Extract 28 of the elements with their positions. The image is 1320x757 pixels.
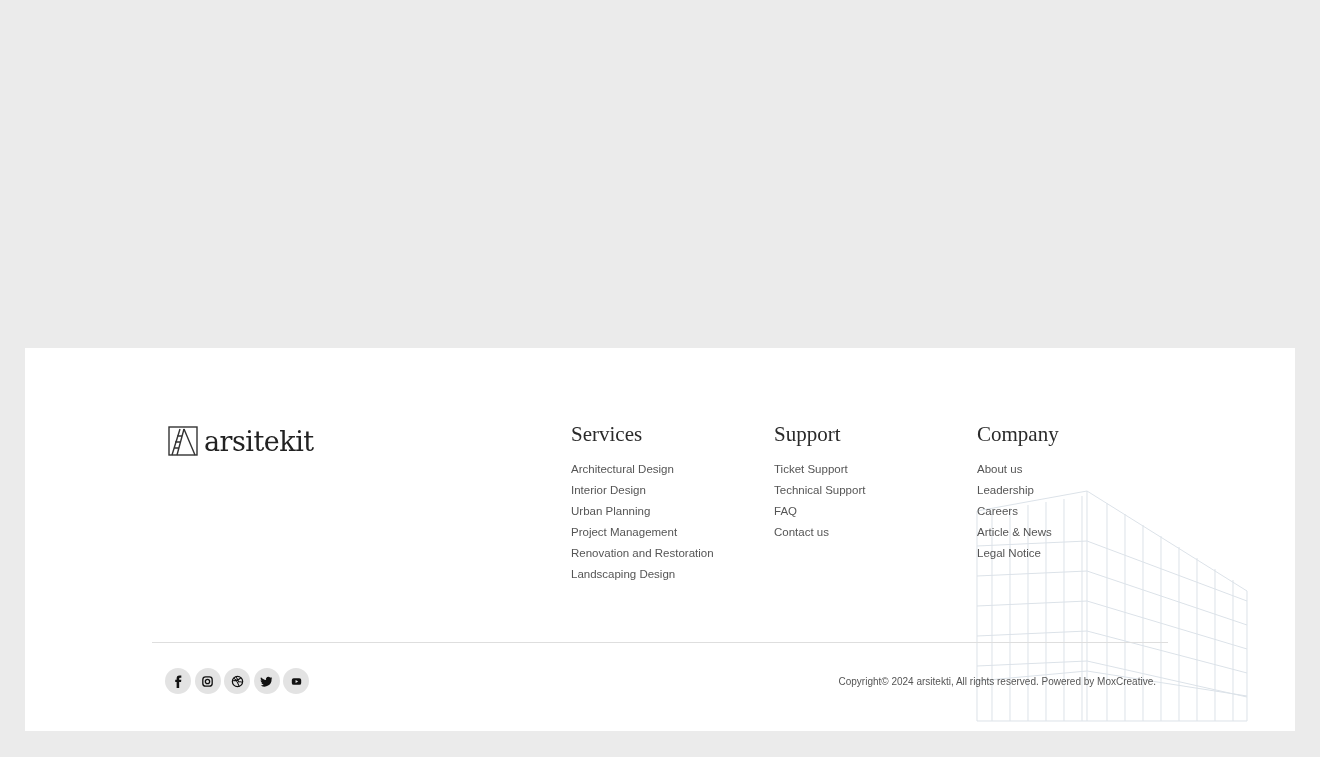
footer-link[interactable]: Urban Planning <box>571 501 651 522</box>
footer-link[interactable]: FAQ <box>774 501 797 522</box>
social-button[interactable] <box>283 668 309 694</box>
social-button[interactable] <box>165 668 191 694</box>
footer-link[interactable]: Legal Notice <box>977 543 1041 564</box>
footer-link[interactable]: Leadership <box>977 480 1034 501</box>
footer-link[interactable]: Renovation and Restoration <box>571 543 714 564</box>
footer-link[interactable]: Contact us <box>774 522 829 543</box>
social-button[interactable] <box>224 668 250 694</box>
footer-link[interactable]: Article & News <box>977 522 1052 543</box>
column-heading: Services <box>571 422 643 446</box>
footer-link[interactable]: Project Management <box>571 522 678 543</box>
footer-link[interactable]: About us <box>977 459 1023 480</box>
footer-link[interactable]: Technical Support <box>774 480 866 501</box>
footer-link[interactable]: Interior Design <box>571 480 646 501</box>
column-heading: Support <box>774 422 841 446</box>
social-button[interactable] <box>253 668 280 694</box>
copyright-text: Copyright© 2024 arsitekti, All rights reserved. Powered by MoxCreative. <box>838 675 1156 687</box>
footer-link[interactable]: Architectural Design <box>571 459 674 480</box>
footer-link[interactable]: Landscaping Design <box>571 564 676 585</box>
footer-link[interactable]: Ticket Support <box>774 459 848 480</box>
social-button[interactable] <box>194 668 221 694</box>
ball-icon <box>229 673 245 689</box>
logo-text[interactable]: arsitekit <box>204 427 314 455</box>
column-heading: Company <box>977 422 1059 446</box>
instagram-icon <box>200 673 215 689</box>
footer-link[interactable]: Careers <box>977 501 1018 522</box>
logo-icon <box>168 426 198 456</box>
